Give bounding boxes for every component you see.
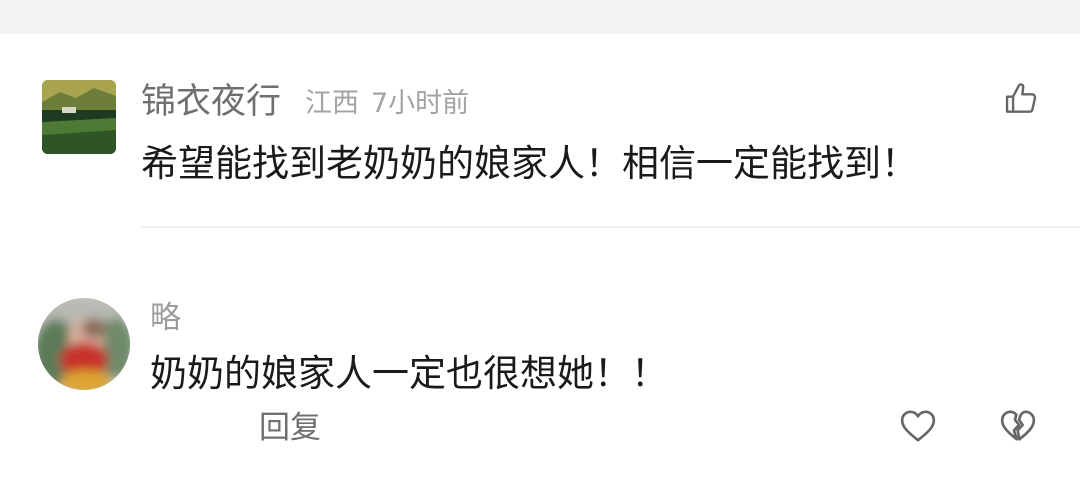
- avatar-blurred-image: [38, 298, 130, 390]
- comment-item: 锦衣夜行 江西 7小时前 希望能找到老奶奶的娘家人！相信一定能找到！: [0, 34, 1080, 229]
- comment-text: 希望能找到老奶奶的娘家人！相信一定能找到！: [141, 142, 918, 185]
- thumbs-up-icon[interactable]: [1002, 80, 1040, 118]
- timestamp: 7小时前: [371, 88, 470, 119]
- comment-item: 略 奶奶的娘家人一定也很想她！！ 回复: [0, 290, 1080, 490]
- location-label: 江西: [305, 88, 359, 119]
- avatar[interactable]: [42, 80, 116, 154]
- divider: [141, 226, 1080, 228]
- comment-text: 奶奶的娘家人一定也很想她！！: [150, 352, 668, 395]
- top-strip: [0, 0, 1080, 34]
- comment-meta: 江西 7小时前: [305, 88, 469, 120]
- reply-button[interactable]: 回复: [259, 410, 321, 446]
- username[interactable]: 略: [150, 300, 181, 336]
- broken-heart-icon[interactable]: [997, 406, 1039, 446]
- heart-icon[interactable]: [897, 406, 939, 446]
- avatar[interactable]: [38, 298, 130, 390]
- username[interactable]: 锦衣夜行: [141, 82, 281, 122]
- avatar-landscape-image: [42, 80, 116, 154]
